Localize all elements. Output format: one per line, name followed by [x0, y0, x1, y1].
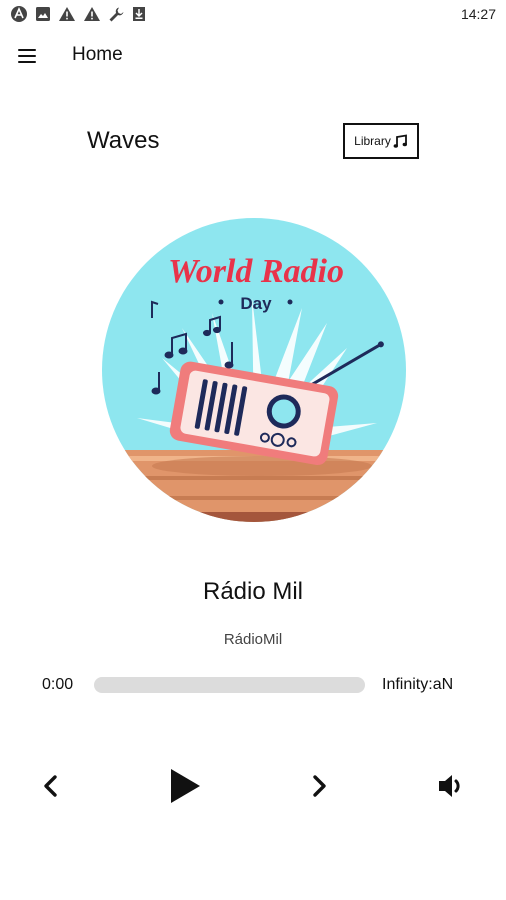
library-button[interactable]: Library [343, 123, 419, 159]
chevron-left-icon [44, 775, 57, 797]
current-time: 0:00 [42, 676, 74, 693]
volume-button[interactable] [437, 772, 467, 800]
station-subtitle: RádioMil [223, 631, 283, 648]
station-name: Rádio Mil [202, 578, 304, 605]
status-bar: 14:27 [0, 0, 506, 28]
cover-title: World Radio [168, 253, 344, 290]
library-label: Library [354, 134, 391, 148]
play-button[interactable] [167, 766, 203, 806]
wrench-icon [109, 7, 124, 21]
cover-art-graphic: World Radio Day [102, 218, 406, 522]
cover-art: World Radio Day [102, 218, 406, 522]
download-icon [133, 7, 145, 21]
brand-title: Waves [87, 127, 160, 154]
volume-icon [439, 775, 460, 797]
duration: Infinity:aN [382, 676, 454, 693]
progress-bar[interactable] [94, 677, 365, 693]
cover-subtitle: Day [240, 294, 272, 313]
chevron-right-icon [313, 775, 326, 797]
warning-icon [59, 7, 75, 21]
app-bar: Home [0, 30, 506, 82]
previous-button[interactable] [40, 773, 62, 799]
status-time: 14:27 [460, 6, 496, 22]
image-notification-icon [36, 7, 50, 21]
next-button[interactable] [308, 773, 330, 799]
music-note-icon [393, 133, 407, 148]
page-title: Home [72, 44, 123, 65]
warning-icon [84, 7, 100, 21]
menu-button[interactable] [14, 44, 42, 68]
play-icon [171, 769, 200, 803]
status-icons [10, 5, 146, 23]
app-notification-icon [11, 6, 27, 22]
